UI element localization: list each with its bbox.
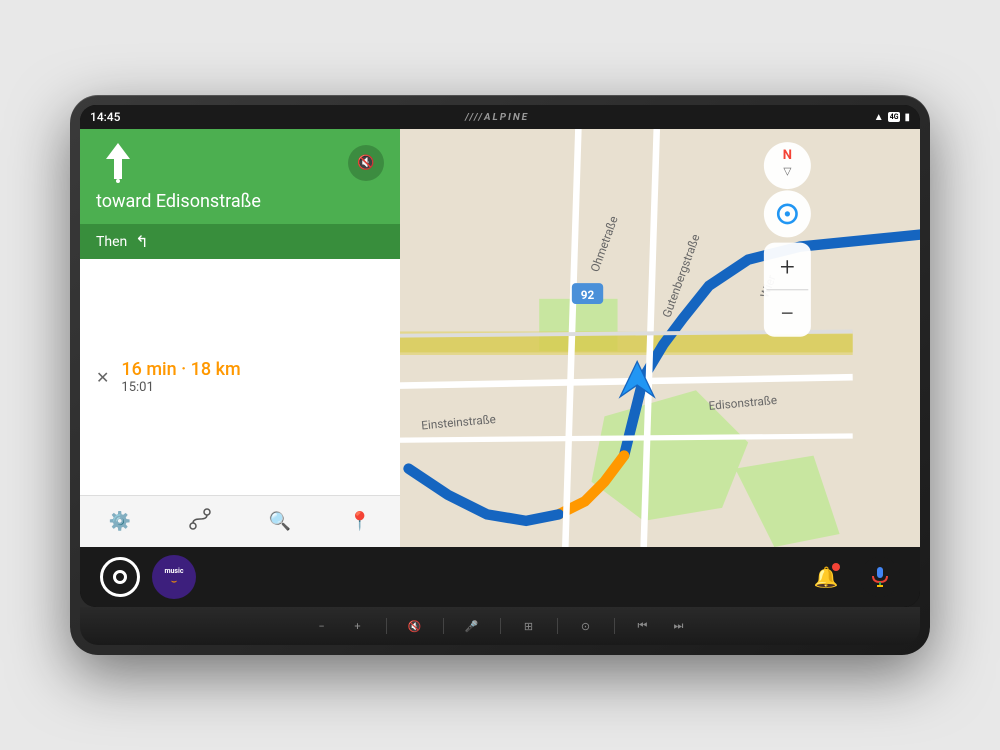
- then-turn-icon: ↰: [135, 232, 148, 251]
- home-inner-circle: [113, 570, 127, 584]
- alpine-device: 14:45 ////ALPINE ▲ 4G ▮: [70, 95, 930, 655]
- signal-icon: ▲: [874, 112, 884, 123]
- physical-controls-bar: − + 🔇 🎤 ⊞ ⊙ ⏮ ⏭: [80, 607, 920, 645]
- search-button[interactable]: 🔍: [260, 502, 300, 542]
- notification-button[interactable]: 🔔: [808, 559, 844, 595]
- prev-track-button[interactable]: ⏮: [635, 619, 651, 633]
- android-auto-button[interactable]: ⊙: [578, 620, 594, 633]
- android-auto-bar: music ⌣ 🔔: [80, 547, 920, 607]
- aa-left: music ⌣: [100, 555, 196, 599]
- amazon-label: music: [164, 567, 183, 575]
- mic-button[interactable]: 🎤: [464, 620, 480, 633]
- clock: 14:45: [90, 110, 120, 124]
- svg-text:−: −: [780, 299, 795, 329]
- amazon-music-button[interactable]: music ⌣: [152, 555, 196, 599]
- eta-main: 16 min · 18 km: [121, 359, 240, 380]
- routes-icon: [189, 508, 211, 535]
- close-button[interactable]: ✕: [96, 368, 109, 387]
- pin-icon: 📍: [349, 511, 371, 532]
- mute-icon: 🔇: [357, 155, 374, 171]
- then-row: Then ↰: [80, 224, 400, 259]
- screen: 14:45 ////ALPINE ▲ 4G ▮: [80, 105, 920, 607]
- mute-button[interactable]: 🔇: [348, 145, 384, 181]
- settings-button[interactable]: ⚙️: [100, 502, 140, 542]
- svg-text:▽: ▽: [783, 165, 791, 178]
- eta-time: 15:01: [121, 380, 240, 395]
- svg-text:N: N: [783, 148, 792, 163]
- amazon-smile-icon: ⌣: [171, 576, 178, 587]
- divider-4: [557, 618, 558, 634]
- 4g-badge: 4G: [888, 112, 901, 122]
- svg-text:92: 92: [581, 288, 595, 302]
- status-bar: 14:45 ////ALPINE ▲ 4G ▮: [80, 105, 920, 129]
- divider-3: [500, 618, 501, 634]
- grid-button[interactable]: ⊞: [521, 620, 537, 633]
- battery-icon: ▮: [904, 112, 910, 123]
- main-content: 92 Ohmetraße Gutenbergstraße Einsteinstr…: [80, 129, 920, 547]
- eta-info: 16 min · 18 km 15:01: [121, 359, 240, 395]
- direction-arrow-icon: [96, 141, 140, 185]
- pin-button[interactable]: 📍: [340, 502, 380, 542]
- brand-logo: ////ALPINE: [465, 112, 529, 123]
- status-right: ▲ 4G ▮: [874, 112, 910, 123]
- next-track-button[interactable]: ⏭: [671, 619, 687, 633]
- divider-5: [614, 618, 615, 634]
- aa-right: 🔔: [808, 557, 900, 597]
- notification-dot: [832, 563, 840, 571]
- vol-down-button[interactable]: −: [314, 620, 330, 633]
- search-icon: 🔍: [269, 511, 291, 532]
- routes-button[interactable]: [180, 502, 220, 542]
- bottom-toolbar: ⚙️ 🔍: [80, 495, 400, 547]
- mute-fav-button[interactable]: 🔇: [407, 620, 423, 633]
- direction-top: 🔇: [96, 141, 384, 185]
- direction-card: 🔇 toward Edisonstraße: [80, 129, 400, 224]
- settings-icon: ⚙️: [109, 511, 131, 532]
- home-button[interactable]: [100, 557, 140, 597]
- google-mic-button[interactable]: [860, 557, 900, 597]
- toward-street: toward Edisonstraße: [96, 191, 384, 212]
- eta-card: ✕ 16 min · 18 km 15:01: [80, 259, 400, 495]
- vol-up-button[interactable]: +: [350, 620, 366, 633]
- divider-1: [386, 618, 387, 634]
- svg-text:+: +: [780, 252, 795, 282]
- nav-panel: 🔇 toward Edisonstraße Then ↰ ✕ 16 min · …: [80, 129, 400, 547]
- then-label: Then: [96, 234, 127, 250]
- divider-2: [443, 618, 444, 634]
